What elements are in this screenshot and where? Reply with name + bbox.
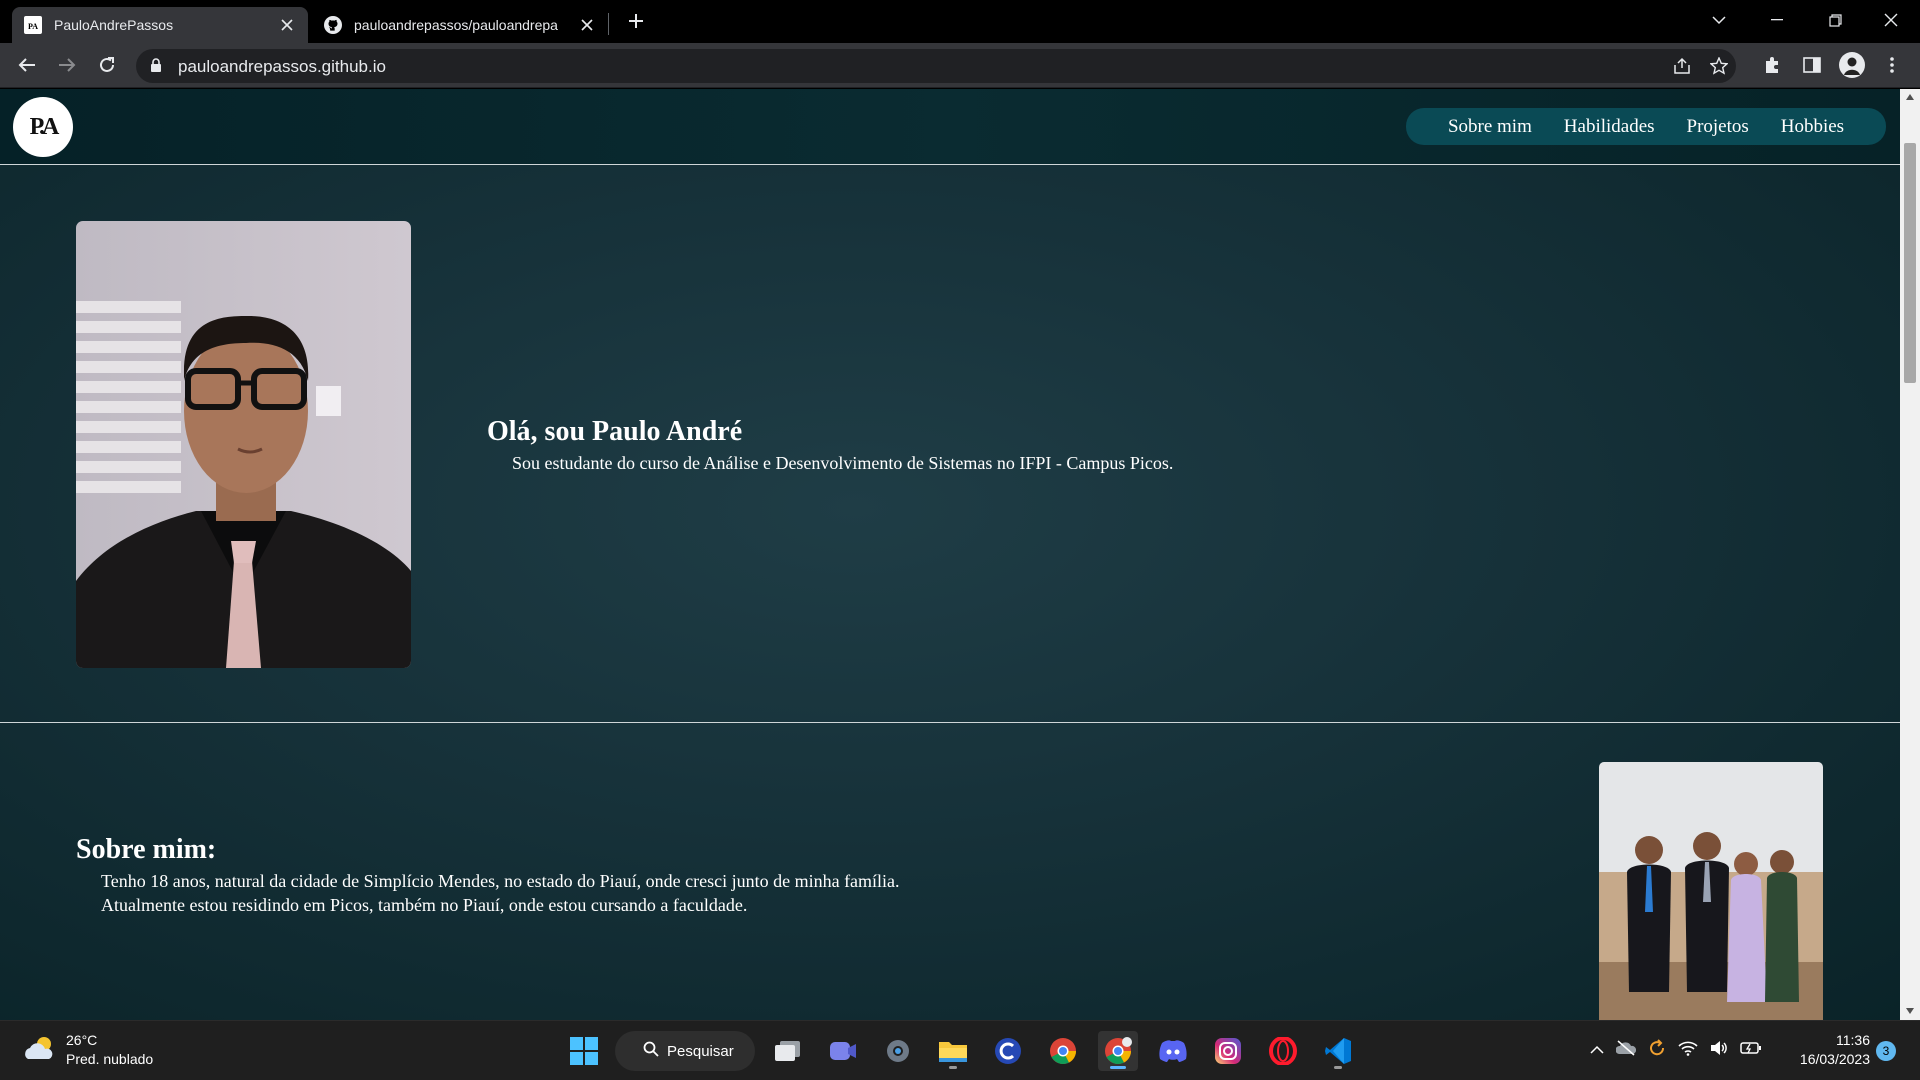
about-title: Sobre mim: bbox=[76, 834, 217, 865]
battery-icon[interactable] bbox=[1740, 1041, 1762, 1060]
discord-icon[interactable] bbox=[1153, 1031, 1193, 1071]
tab-separator bbox=[608, 13, 609, 35]
github-icon bbox=[324, 16, 342, 34]
settings-icon[interactable] bbox=[878, 1031, 918, 1071]
tab-search-chevron-icon[interactable] bbox=[1690, 0, 1748, 40]
new-tab-button[interactable] bbox=[624, 9, 648, 33]
cloudy-weather-icon bbox=[22, 1035, 56, 1066]
tab-title: PauloAndrePassos bbox=[54, 17, 174, 33]
show-hidden-icons-chevron-icon[interactable] bbox=[1590, 1042, 1604, 1060]
svg-text:PA: PA bbox=[28, 22, 38, 31]
weather-widget[interactable]: 26°C Pred. nublado bbox=[22, 1031, 153, 1069]
site-logo[interactable]: P.A bbox=[13, 97, 73, 157]
search-label: Pesquisar bbox=[667, 1042, 734, 1060]
browser-toolbar: pauloandrepassos.github.io bbox=[0, 43, 1920, 88]
weather-description: Pred. nublado bbox=[66, 1051, 154, 1067]
pa-logo-icon: PA bbox=[24, 16, 42, 34]
about-section: Sobre mim: Tenho 18 anos, natural da cid… bbox=[0, 724, 1900, 1020]
system-tray bbox=[1590, 1039, 1762, 1062]
nav-link-habilidades[interactable]: Habilidades bbox=[1564, 116, 1655, 138]
site-nav: Sobre mim Habilidades Projetos Hobbies bbox=[1406, 108, 1886, 145]
site-header: P.A Sobre mim Habilidades Projetos Hobbi… bbox=[0, 89, 1900, 165]
scroll-down-arrow-icon[interactable] bbox=[1905, 1007, 1915, 1015]
active-indicator bbox=[1110, 1066, 1126, 1069]
windows-taskbar: 26°C Pred. nublado Pesquisar 11:36 16/03… bbox=[0, 1020, 1920, 1080]
hero-section: Olá, sou Paulo André Sou estudante do cu… bbox=[0, 166, 1900, 723]
close-tab-icon[interactable] bbox=[578, 16, 596, 34]
close-tab-icon[interactable] bbox=[278, 16, 296, 34]
close-window-icon[interactable] bbox=[1862, 0, 1920, 40]
hero-title: Olá, sou Paulo André bbox=[487, 416, 743, 447]
scroll-thumb[interactable] bbox=[1904, 143, 1916, 383]
back-arrow-icon[interactable] bbox=[13, 51, 41, 79]
about-text: Tenho 18 anos, natural da cidade de Simp… bbox=[101, 869, 900, 917]
copilot-icon[interactable] bbox=[988, 1031, 1028, 1071]
tab-pauloandrepassos[interactable]: PA PauloAndrePassos bbox=[12, 7, 308, 43]
taskbar-clock[interactable]: 11:36 16/03/2023 bbox=[1790, 1031, 1870, 1069]
windows-start-icon[interactable] bbox=[564, 1031, 604, 1071]
profile-avatar[interactable] bbox=[1838, 51, 1866, 79]
weather-temperature: 26°C bbox=[66, 1032, 98, 1048]
address-bar[interactable]: pauloandrepassos.github.io bbox=[136, 49, 1736, 83]
url-text: pauloandrepassos.github.io bbox=[178, 57, 386, 76]
running-indicator bbox=[949, 1066, 957, 1069]
vscode-icon[interactable] bbox=[1318, 1031, 1358, 1071]
extensions-puzzle-icon[interactable] bbox=[1758, 51, 1786, 79]
lock-icon[interactable] bbox=[150, 58, 162, 78]
wifi-icon[interactable] bbox=[1678, 1040, 1698, 1061]
clock-date: 16/03/2023 bbox=[1799, 1051, 1870, 1067]
tab-title: pauloandrepassos/pauloandrepa bbox=[354, 17, 558, 33]
nav-link-projetos[interactable]: Projetos bbox=[1687, 116, 1749, 138]
scroll-up-arrow-icon[interactable] bbox=[1905, 93, 1915, 101]
forward-arrow-icon[interactable] bbox=[53, 51, 81, 79]
notification-badge[interactable]: 3 bbox=[1876, 1041, 1896, 1061]
reload-icon[interactable] bbox=[93, 51, 121, 79]
bookmark-star-icon[interactable] bbox=[1708, 55, 1730, 77]
onedrive-offline-icon[interactable] bbox=[1615, 1040, 1637, 1061]
about-paragraph-line: Tenho 18 anos, natural da cidade de Simp… bbox=[101, 871, 900, 891]
teams-icon[interactable] bbox=[823, 1031, 863, 1071]
running-indicator bbox=[1334, 1066, 1342, 1069]
nav-link-hobbies[interactable]: Hobbies bbox=[1781, 116, 1844, 138]
search-icon bbox=[643, 1041, 659, 1061]
restore-icon[interactable] bbox=[1806, 0, 1864, 40]
taskbar-search-button[interactable]: Pesquisar bbox=[615, 1031, 755, 1071]
instagram-icon[interactable] bbox=[1208, 1031, 1248, 1071]
opera-icon[interactable] bbox=[1263, 1031, 1303, 1071]
sync-icon[interactable] bbox=[1648, 1039, 1666, 1062]
hero-description: Sou estudante do curso de Análise e Dese… bbox=[512, 453, 1174, 473]
chrome-menu-icon[interactable] bbox=[1878, 51, 1906, 79]
tab-github[interactable]: pauloandrepassos/pauloandrepa bbox=[312, 7, 608, 43]
chrome-profile-icon[interactable] bbox=[1098, 1031, 1138, 1071]
page-scrollbar[interactable] bbox=[1900, 89, 1920, 1020]
family-photo bbox=[1599, 762, 1823, 1020]
task-view-icon[interactable] bbox=[768, 1031, 808, 1071]
nav-link-sobre-mim[interactable]: Sobre mim bbox=[1448, 116, 1532, 138]
profile-photo bbox=[76, 221, 411, 668]
browser-tab-strip: PA PauloAndrePassos pauloandrepassos/pau… bbox=[0, 0, 1920, 43]
about-paragraph-line: Atualmente estou residindo em Picos, tam… bbox=[101, 895, 748, 915]
page-viewport: P.A Sobre mim Habilidades Projetos Hobbi… bbox=[0, 89, 1900, 1020]
minimize-icon[interactable] bbox=[1748, 0, 1806, 40]
chrome-icon[interactable] bbox=[1043, 1031, 1083, 1071]
file-explorer-icon[interactable] bbox=[933, 1031, 973, 1071]
share-icon[interactable] bbox=[1671, 55, 1693, 77]
volume-icon[interactable] bbox=[1710, 1040, 1728, 1061]
side-panel-icon[interactable] bbox=[1798, 51, 1826, 79]
clock-time: 11:36 bbox=[1836, 1032, 1870, 1048]
